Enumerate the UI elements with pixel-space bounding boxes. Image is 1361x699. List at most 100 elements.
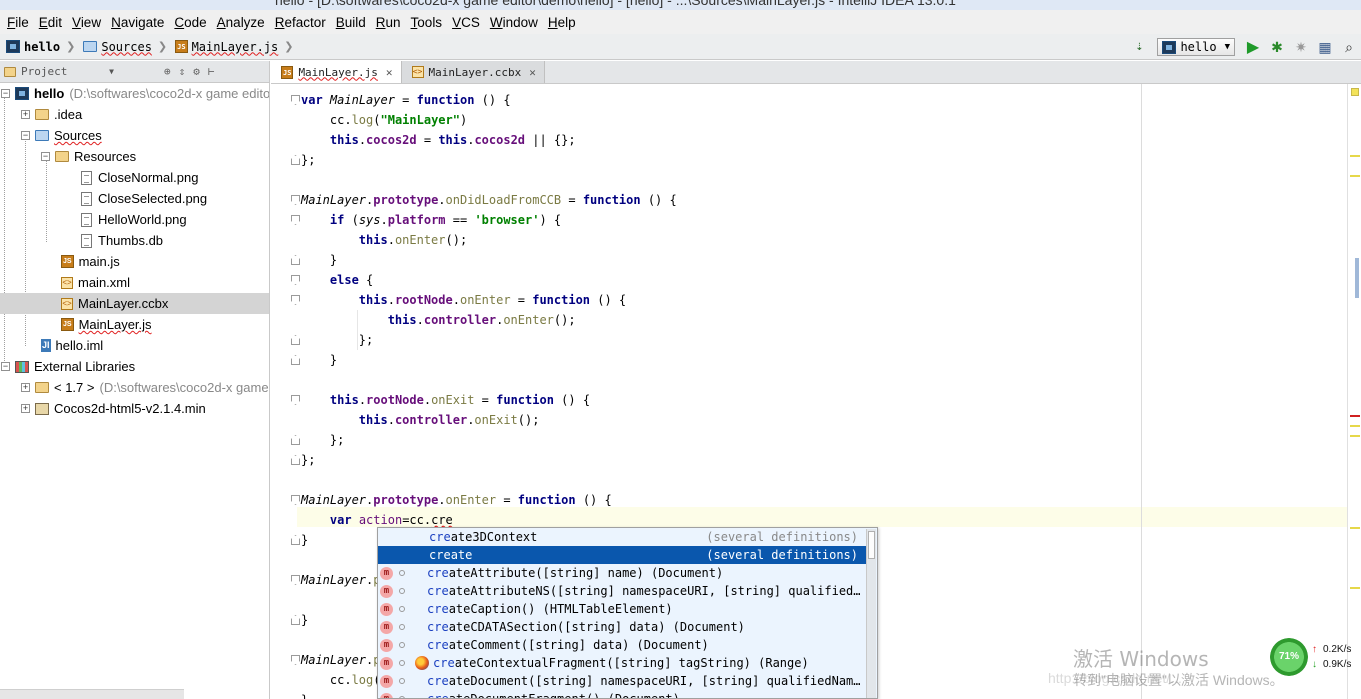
code-line[interactable]: MainLayer.p: [301, 650, 381, 670]
tree-node-external-libraries[interactable]: − External Libraries: [0, 356, 269, 377]
scrollbar-thumb[interactable]: [868, 531, 875, 559]
tree-node-idea[interactable]: + .idea: [0, 104, 269, 125]
run-config-selector[interactable]: hello ▼: [1157, 38, 1235, 56]
code-line[interactable]: };: [301, 330, 373, 350]
menu-file[interactable]: File: [2, 15, 34, 30]
coverage-icon[interactable]: ✷: [1289, 36, 1313, 58]
completion-item[interactable]: create (several definitions): [378, 546, 866, 564]
run-icon[interactable]: ▶: [1241, 36, 1265, 58]
code-line[interactable]: MainLayer.prototype.onEnter = function (…: [301, 490, 612, 510]
tree-node-mainjs[interactable]: JS main.js: [0, 251, 269, 272]
menu-edit[interactable]: Edit: [34, 15, 67, 30]
menu-analyze[interactable]: Analyze: [212, 15, 270, 30]
code-line[interactable]: this.cocos2d = this.cocos2d || {};: [301, 130, 576, 150]
collapse-toggle-icon[interactable]: −: [21, 131, 30, 140]
tree-node-closenormal[interactable]: CloseNormal.png: [0, 167, 269, 188]
tree-node-mainlayer-js[interactable]: JS MainLayer.js: [0, 314, 269, 335]
menu-code[interactable]: Code: [169, 15, 211, 30]
tab-mainlayer-js[interactable]: JS MainLayer.js ✕: [271, 61, 402, 83]
warning-marker[interactable]: [1350, 175, 1360, 177]
project-view-selector[interactable]: Project ▼: [4, 65, 114, 78]
tree-node-helloworld[interactable]: HelloWorld.png: [0, 209, 269, 230]
menu-navigate[interactable]: Navigate: [106, 15, 169, 30]
code-line[interactable]: };: [301, 450, 315, 470]
completion-item[interactable]: m createContextualFragment([string] tagSt…: [378, 654, 866, 672]
warning-marker[interactable]: [1350, 527, 1360, 529]
completion-item[interactable]: m createAttribute([string] name) (Documen…: [378, 564, 866, 582]
code-line[interactable]: }: [301, 530, 308, 550]
tree-node-mainxml[interactable]: <> main.xml: [0, 272, 269, 293]
code-line[interactable]: MainLayer.p: [301, 570, 381, 590]
tree-node-closeselected[interactable]: CloseSelected.png: [0, 188, 269, 209]
code-line[interactable]: }: [301, 690, 308, 699]
code-line[interactable]: cc.log("MainLayer"): [301, 110, 467, 130]
completion-item[interactable]: create3DContext (several definitions): [378, 528, 866, 546]
code-line[interactable]: this.controller.onExit();: [301, 410, 540, 430]
breadcrumb-sources[interactable]: Sources: [77, 37, 156, 57]
tree-node-jdk[interactable]: + < 1.7 > (D:\softwares\coco2d-x game ed…: [0, 377, 269, 398]
tab-mainlayer-ccbx[interactable]: <> MainLayer.ccbx ✕: [401, 61, 545, 83]
completion-item[interactable]: m createCDATASection([string] data) (Docu…: [378, 618, 866, 636]
code-line[interactable]: }: [301, 250, 337, 270]
project-structure-icon[interactable]: ▦: [1313, 36, 1337, 58]
horizontal-scrollbar[interactable]: [0, 689, 184, 699]
menu-run[interactable]: Run: [371, 15, 406, 30]
tree-node-mainlayer-ccbx[interactable]: <> MainLayer.ccbx: [0, 293, 269, 314]
breadcrumb-file[interactable]: JS MainLayer.js: [169, 37, 282, 57]
code-line[interactable]: this.rootNode.onExit = function () {: [301, 390, 590, 410]
debug-icon[interactable]: ✱: [1265, 36, 1289, 58]
code-line[interactable]: MainLayer.prototype.onDidLoadFromCCB = f…: [301, 190, 677, 210]
collapse-all-icon[interactable]: ⇕: [179, 65, 186, 78]
code-line[interactable]: cc.log(: [301, 670, 381, 690]
error-marker[interactable]: [1350, 415, 1360, 417]
code-line[interactable]: };: [301, 430, 344, 450]
expand-toggle-icon[interactable]: +: [21, 404, 30, 413]
menu-tools[interactable]: Tools: [406, 15, 448, 30]
expand-toggle-icon[interactable]: +: [21, 383, 30, 392]
warning-marker[interactable]: [1350, 425, 1360, 427]
menu-help[interactable]: Help: [543, 15, 581, 30]
hide-panel-icon[interactable]: ⊢: [208, 65, 215, 78]
menu-view[interactable]: View: [67, 15, 106, 30]
error-stripe[interactable]: [1347, 84, 1361, 699]
gear-icon[interactable]: ⚙: [193, 65, 200, 78]
network-speed-widget[interactable]: 71% ↑ 0.2K/s ↓ 0.9K/s: [1270, 638, 1361, 678]
menu-build[interactable]: Build: [331, 15, 371, 30]
code-line[interactable]: }: [301, 350, 337, 370]
scrollbar-thumb[interactable]: [1355, 258, 1359, 298]
tree-node-hello-iml[interactable]: JI hello.iml: [0, 335, 269, 356]
menu-refactor[interactable]: Refactor: [270, 15, 331, 30]
expand-toggle-icon[interactable]: +: [21, 110, 30, 119]
search-icon[interactable]: ⌕: [1337, 36, 1361, 58]
breadcrumb-hello[interactable]: hello: [0, 37, 64, 57]
completion-item[interactable]: m createDocumentFragment() (Document): [378, 690, 866, 698]
tree-node-sources[interactable]: − Sources: [0, 125, 269, 146]
tree-node-hello[interactable]: − hello (D:\softwares\coco2d-x game edit…: [0, 83, 269, 104]
warning-marker[interactable]: [1350, 587, 1360, 589]
code-line[interactable]: this.controller.onEnter();: [301, 310, 576, 330]
menu-vcs[interactable]: VCS: [447, 15, 485, 30]
code-line[interactable]: var MainLayer = function () {: [301, 90, 511, 110]
close-icon[interactable]: ✕: [529, 66, 536, 79]
collapse-toggle-icon[interactable]: −: [41, 152, 50, 161]
code-line[interactable]: this.rootNode.onEnter = function () {: [301, 290, 626, 310]
code-line[interactable]: if (sys.platform == 'browser') {: [301, 210, 561, 230]
menu-window[interactable]: Window: [485, 15, 543, 30]
warning-marker[interactable]: [1350, 435, 1360, 437]
completion-scrollbar[interactable]: [866, 529, 876, 698]
close-icon[interactable]: ✕: [386, 66, 393, 79]
collapse-toggle-icon[interactable]: −: [1, 89, 10, 98]
tree-node-resources[interactable]: − Resources: [0, 146, 269, 167]
tree-node-thumbs[interactable]: Thumbs.db: [0, 230, 269, 251]
scroll-from-source-icon[interactable]: ⊕: [164, 65, 171, 78]
completion-item[interactable]: m createCaption() (HTMLTableElement): [378, 600, 866, 618]
collapse-toggle-icon[interactable]: −: [1, 362, 10, 371]
code-line[interactable]: this.onEnter();: [301, 230, 467, 250]
tree-node-cocos2d-lib[interactable]: + Cocos2d-html5-v2.1.4.min: [0, 398, 269, 419]
code-line[interactable]: };: [301, 150, 315, 170]
sort-icon[interactable]: ⇣: [1127, 36, 1151, 58]
warning-marker[interactable]: [1350, 155, 1360, 157]
completion-item[interactable]: m createComment([string] data) (Document): [378, 636, 866, 654]
completion-item[interactable]: m createDocument([string] namespaceURI, […: [378, 672, 866, 690]
code-line[interactable]: }: [301, 610, 308, 630]
